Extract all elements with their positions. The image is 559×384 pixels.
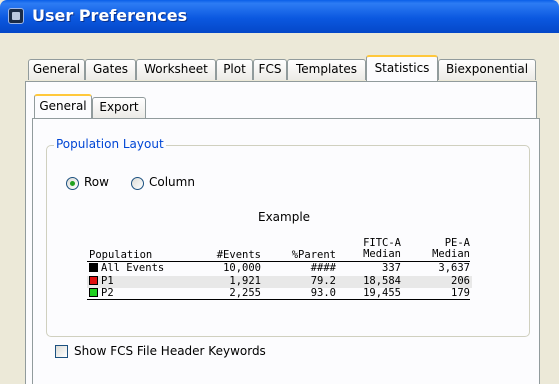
- pe-value: 179: [451, 287, 470, 299]
- population-name: P2: [101, 287, 114, 299]
- population-swatch: [89, 276, 98, 285]
- fitc-value: 337: [382, 262, 401, 274]
- population-swatch: [89, 288, 98, 297]
- tab-fcs[interactable]: FCS: [253, 59, 287, 80]
- parent-value: ####: [310, 262, 336, 274]
- col-header-parent: %Parent: [291, 249, 336, 261]
- example-title: Example: [258, 210, 311, 224]
- radio-selected-dot: [70, 181, 75, 186]
- tab-templates[interactable]: Templates: [287, 59, 366, 80]
- tab-statistics[interactable]: Statistics: [366, 55, 438, 81]
- parent-value: 79.2: [310, 275, 336, 287]
- parent-value: 93.0: [310, 287, 336, 299]
- events-value: 1,921: [229, 275, 261, 287]
- population-layout-legend: Population Layout: [54, 137, 166, 151]
- column-radio[interactable]: [131, 177, 144, 190]
- population-name: P1: [101, 275, 114, 287]
- population-swatch: [89, 263, 98, 272]
- pe-value: 206: [451, 275, 470, 287]
- fitc-value: 18,584: [363, 275, 401, 287]
- tab-general[interactable]: General: [28, 59, 85, 80]
- col-header-pe-stat: Median: [432, 248, 470, 260]
- tab-worksheet[interactable]: Worksheet: [136, 59, 216, 80]
- tab-plot[interactable]: Plot: [216, 59, 253, 80]
- col-header-population: Population: [89, 249, 153, 261]
- row-radio-label[interactable]: Row: [84, 175, 109, 189]
- tab-gates[interactable]: Gates: [85, 59, 136, 80]
- app-icon: [8, 8, 24, 24]
- window-title: User Preferences: [32, 6, 188, 25]
- subtab-export[interactable]: Export: [92, 97, 146, 118]
- col-header-fitc-stat: Median: [363, 248, 401, 260]
- col-header-events: #Events: [216, 249, 261, 261]
- column-radio-label[interactable]: Column: [149, 175, 195, 189]
- fitc-value: 19,455: [363, 287, 401, 299]
- events-value: 2,255: [229, 287, 261, 299]
- show-fcs-header-checkbox[interactable]: [55, 345, 68, 358]
- tab-biexponential[interactable]: Biexponential: [438, 59, 536, 80]
- pe-value: 3,637: [438, 262, 470, 274]
- table-bottom-rule: [87, 299, 470, 300]
- subtab-general[interactable]: General: [34, 94, 92, 118]
- row-radio[interactable]: [66, 177, 79, 190]
- events-value: 10,000: [223, 262, 261, 274]
- show-fcs-header-label[interactable]: Show FCS File Header Keywords: [74, 344, 266, 358]
- title-bar[interactable]: User Preferences: [0, 0, 559, 33]
- population-name: All Events: [101, 262, 165, 274]
